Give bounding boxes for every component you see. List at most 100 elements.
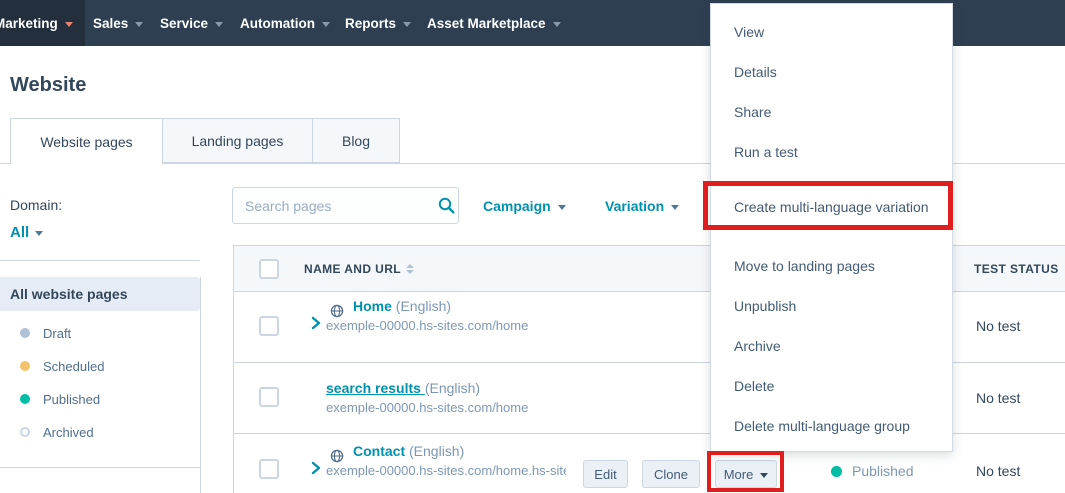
expand-row-icon[interactable] bbox=[310, 461, 322, 480]
row-checkbox[interactable] bbox=[259, 387, 279, 407]
domain-filter-dropdown[interactable]: All bbox=[10, 224, 44, 241]
page-title: Website bbox=[10, 74, 87, 96]
sidebar-divider bbox=[0, 260, 200, 261]
page-url: exemple-00000.hs-sites.com/home bbox=[326, 318, 529, 333]
hubspot-website-pages-screen: Marketing Sales Service Automation Repor… bbox=[0, 0, 1065, 493]
tab-website-pages[interactable]: Website pages bbox=[10, 118, 163, 164]
sidebar-item-label: Scheduled bbox=[43, 358, 105, 374]
menu-item-move-to-landing-pages[interactable]: Move to landing pages bbox=[711, 246, 952, 286]
column-header-label: TEST STATUS bbox=[974, 262, 1059, 276]
sidebar-divider bbox=[0, 467, 200, 468]
page-url: exemple-00000.hs-sites.com/home.hs-sites… bbox=[326, 463, 566, 478]
filter-label: Campaign bbox=[483, 198, 551, 214]
edit-button[interactable]: Edit bbox=[583, 460, 628, 488]
test-status-value: No test bbox=[976, 390, 1021, 406]
nav-item-sales[interactable]: Sales bbox=[93, 0, 144, 46]
column-header-label: NAME AND URL bbox=[304, 262, 402, 276]
campaign-filter-dropdown[interactable]: Campaign bbox=[483, 198, 566, 214]
draft-status-dot-icon bbox=[20, 328, 30, 338]
page-name-link[interactable]: Contact (English) bbox=[353, 443, 464, 459]
chevron-down-icon bbox=[35, 231, 44, 236]
page-language: (English) bbox=[424, 380, 481, 396]
tab-landing-pages[interactable]: Landing pages bbox=[162, 118, 313, 163]
nav-item-service[interactable]: Service bbox=[160, 0, 224, 46]
more-button[interactable]: More bbox=[715, 460, 777, 488]
archived-status-dot-icon bbox=[20, 427, 30, 437]
sidebar-item-published[interactable]: Published bbox=[0, 386, 200, 412]
nav-item-automation[interactable]: Automation bbox=[240, 0, 330, 46]
menu-item-details[interactable]: Details bbox=[711, 52, 952, 92]
page-language: (English) bbox=[409, 443, 465, 459]
nav-item-label: Asset Marketplace bbox=[427, 15, 546, 31]
sidebar-item-label: Published bbox=[43, 391, 101, 407]
sidebar-vertical-border bbox=[200, 277, 201, 493]
page-name: Contact bbox=[353, 443, 406, 459]
sort-icon[interactable] bbox=[406, 264, 415, 274]
publish-status-label: Published bbox=[852, 463, 914, 479]
page-name: search results bbox=[326, 380, 421, 396]
clone-button[interactable]: Clone bbox=[642, 460, 700, 488]
nav-item-reports[interactable]: Reports bbox=[345, 0, 412, 46]
sidebar-item-all-website-pages[interactable]: All website pages bbox=[0, 277, 200, 311]
chevron-down-icon bbox=[215, 21, 224, 27]
chevron-down-icon bbox=[552, 21, 561, 27]
domain-filter-value: All bbox=[10, 224, 30, 241]
tab-label: Landing pages bbox=[191, 132, 284, 149]
menu-item-unpublish[interactable]: Unpublish bbox=[711, 286, 952, 326]
tab-label: Website pages bbox=[40, 133, 133, 150]
search-input[interactable] bbox=[233, 197, 434, 214]
search-icon[interactable] bbox=[434, 197, 458, 214]
more-button-label: More bbox=[723, 466, 754, 482]
test-status-value: No test bbox=[976, 463, 1021, 479]
sidebar-item-draft[interactable]: Draft bbox=[0, 320, 200, 346]
published-status-dot-icon bbox=[20, 394, 30, 404]
chevron-down-icon bbox=[760, 472, 769, 478]
expand-row-icon[interactable] bbox=[310, 316, 322, 335]
filter-label: Variation bbox=[605, 198, 665, 214]
page-url: exemple-00000.hs-sites.com/home bbox=[326, 400, 529, 415]
nav-item-label: Automation bbox=[240, 15, 315, 31]
menu-item-run-a-test[interactable]: Run a test bbox=[711, 132, 952, 172]
tab-label: Blog bbox=[341, 132, 371, 149]
menu-item-delete-multi-language-group[interactable]: Delete multi-language group bbox=[711, 406, 952, 446]
publish-status-badge: Published bbox=[831, 463, 914, 479]
published-dot-icon bbox=[831, 465, 842, 477]
nav-item-label: Reports bbox=[345, 15, 397, 31]
page-name-link[interactable]: Home (English) bbox=[353, 298, 451, 314]
nav-item-asset-marketplace[interactable]: Asset Marketplace bbox=[427, 0, 561, 46]
chevron-down-icon bbox=[671, 204, 680, 210]
menu-item-archive[interactable]: Archive bbox=[711, 326, 952, 366]
row-checkbox[interactable] bbox=[259, 459, 279, 479]
tab-blog[interactable]: Blog bbox=[312, 118, 400, 163]
more-actions-menu: View Details Share Run a test Create mul… bbox=[710, 3, 953, 452]
nav-item-label: Service bbox=[160, 15, 209, 31]
variation-filter-dropdown[interactable]: Variation bbox=[605, 198, 680, 214]
scheduled-status-dot-icon bbox=[20, 361, 30, 371]
chevron-down-icon bbox=[322, 21, 330, 27]
sidebar-item-label: Draft bbox=[43, 325, 72, 341]
nav-item-marketing[interactable]: Marketing bbox=[0, 0, 85, 46]
sidebar-item-label: All website pages bbox=[10, 286, 128, 302]
nav-item-label: Sales bbox=[93, 15, 129, 31]
domain-filter-label: Domain: bbox=[10, 197, 63, 213]
test-status-value: No test bbox=[976, 318, 1021, 334]
row-checkbox[interactable] bbox=[259, 316, 279, 336]
chevron-down-icon bbox=[403, 21, 412, 27]
chevron-down-icon bbox=[64, 21, 73, 27]
chevron-down-icon bbox=[135, 21, 144, 27]
sidebar-item-archived[interactable]: Archived bbox=[0, 419, 200, 445]
select-all-checkbox[interactable] bbox=[259, 259, 279, 279]
column-header-test-status: TEST STATUS bbox=[974, 262, 1059, 276]
menu-item-share[interactable]: Share bbox=[711, 92, 952, 132]
nav-item-label: Marketing bbox=[0, 15, 58, 31]
search-pages-box bbox=[232, 187, 459, 224]
sidebar-item-label: Archived bbox=[43, 424, 94, 440]
page-name-link[interactable]: search results (English) bbox=[326, 380, 480, 396]
chevron-down-icon bbox=[557, 204, 566, 210]
menu-item-delete[interactable]: Delete bbox=[711, 366, 952, 406]
sidebar-item-scheduled[interactable]: Scheduled bbox=[0, 353, 200, 379]
page-name: Home bbox=[353, 298, 392, 314]
column-header-name-and-url[interactable]: NAME AND URL bbox=[304, 262, 415, 276]
menu-item-view[interactable]: View bbox=[711, 12, 952, 52]
menu-item-create-multi-language-variation[interactable]: Create multi-language variation bbox=[711, 187, 952, 227]
